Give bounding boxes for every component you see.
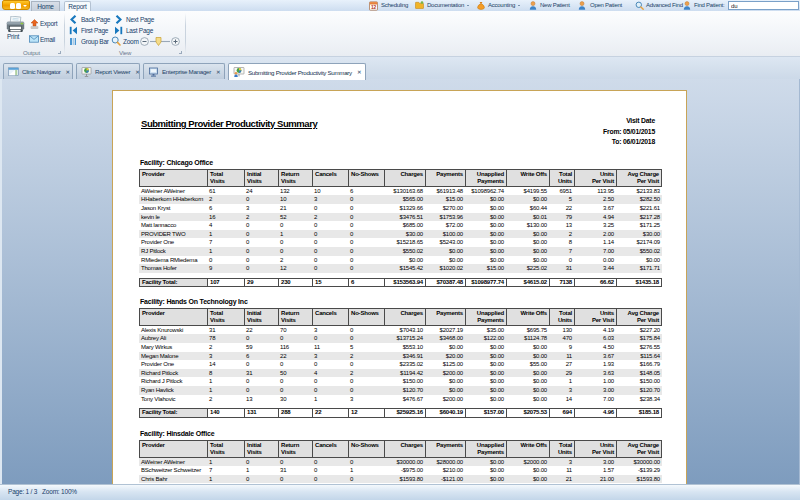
svg-text:12: 12 bbox=[371, 5, 376, 10]
